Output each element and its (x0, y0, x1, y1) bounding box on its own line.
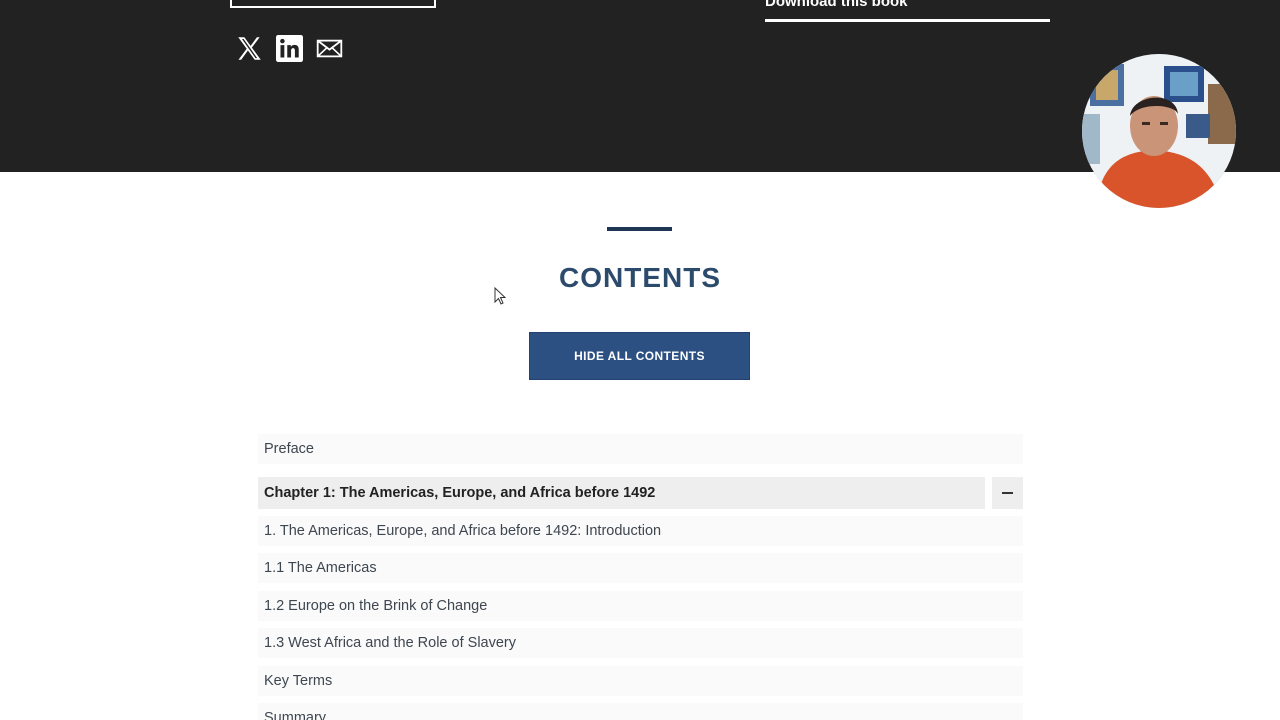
toc-item[interactable]: Summary (258, 703, 1023, 720)
minus-icon (1002, 492, 1013, 494)
download-book-dropdown[interactable]: Download this book (765, 0, 1050, 22)
toc-chapter-1[interactable]: Chapter 1: The Americas, Europe, and Afr… (258, 477, 985, 509)
section-divider (607, 227, 672, 231)
linkedin-icon[interactable] (276, 35, 303, 62)
x-logo-icon[interactable] (236, 35, 263, 62)
mouse-pointer-icon (494, 287, 506, 305)
page: Download this book CONTENTS HIDE ALL CON… (0, 0, 1280, 720)
share-links (236, 35, 343, 62)
toc-item[interactable]: 1. The Americas, Europe, and Africa befo… (258, 516, 1023, 546)
toc-item-preface[interactable]: Preface (258, 434, 1023, 464)
email-icon[interactable] (316, 35, 343, 62)
toc-item[interactable]: 1.2 Europe on the Brink of Change (258, 591, 1023, 621)
toc-item[interactable]: 1.3 West Africa and the Role of Slavery (258, 628, 1023, 658)
presenter-image (1082, 54, 1236, 208)
toc-item[interactable]: Key Terms (258, 666, 1023, 696)
header-input-box[interactable] (230, 0, 436, 8)
contents-heading: CONTENTS (559, 262, 721, 293)
hide-all-contents-button[interactable]: HIDE ALL CONTENTS (529, 332, 750, 380)
chevron-down-icon (1037, 0, 1047, 3)
webcam-video-avatar (1082, 54, 1236, 208)
toc-item[interactable]: 1.1 The Americas (258, 553, 1023, 583)
collapse-chapter-button[interactable] (992, 477, 1023, 509)
download-label: Download this book (765, 0, 908, 10)
